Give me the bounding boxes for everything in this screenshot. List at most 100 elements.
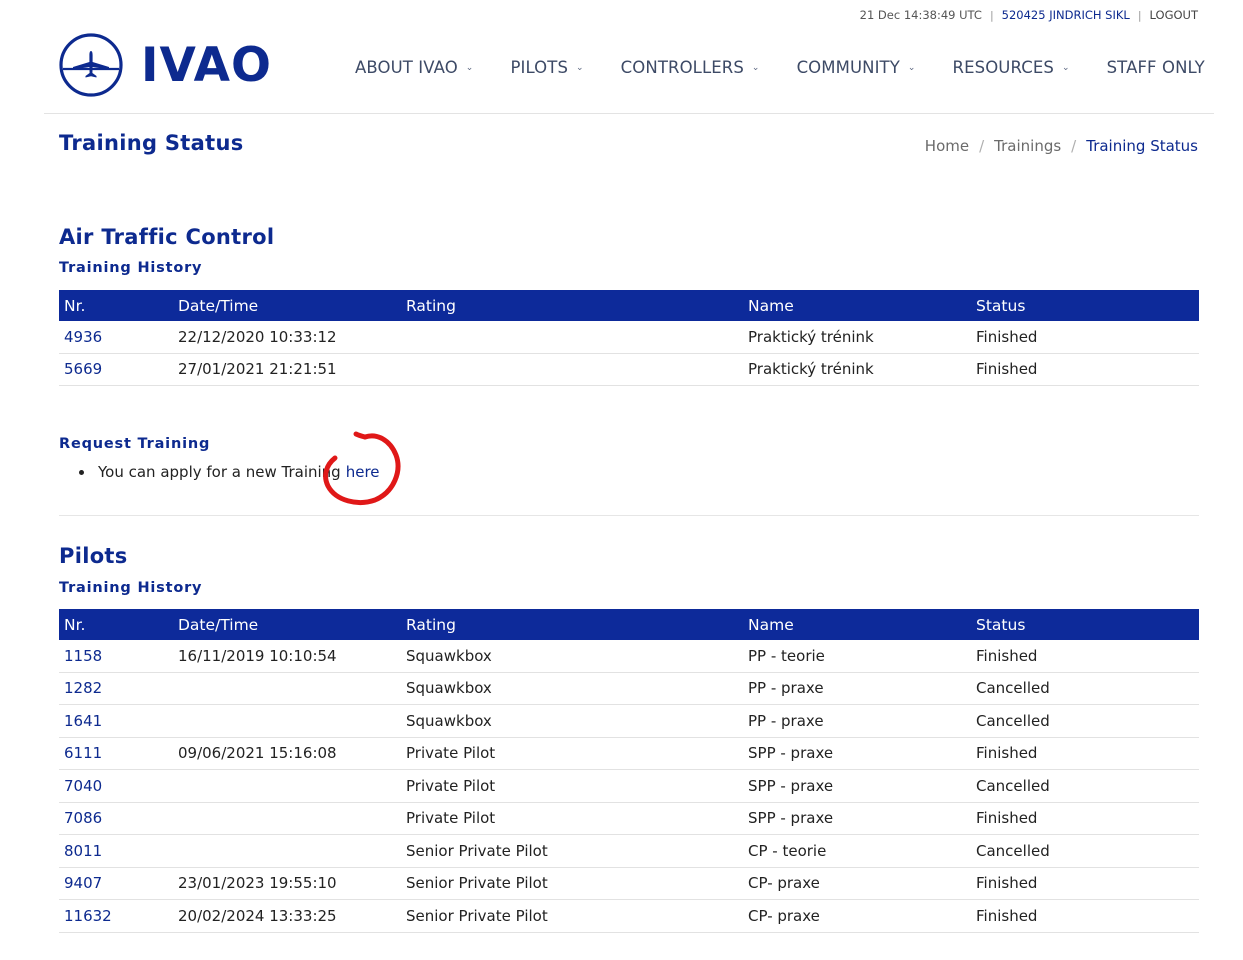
user-profile-link[interactable]: 520425 JINDRICH SIKL [1002,8,1130,22]
main-navigation: ABOUT IVAO ⌄ PILOTS ⌄ CONTROLLERS ⌄ COMM… [355,58,1205,77]
training-number-link[interactable]: 1641 [59,704,173,738]
cell-name: PP - praxe [743,704,971,738]
nav-resources[interactable]: RESOURCES ⌄ [953,58,1070,77]
top-bar: 21 Dec 14:38:49 UTC | 520425 JINDRICH SI… [860,8,1198,22]
cell-name: CP - teorie [743,834,971,868]
cell-status: Cancelled [971,704,1199,738]
nav-controllers[interactable]: CONTROLLERS ⌄ [621,58,760,77]
training-number-link[interactable]: 1158 [59,640,173,673]
cell-status: Finished [971,737,1199,770]
separator: | [989,8,994,22]
training-number-link[interactable]: 8011 [59,834,173,868]
cell-datetime: 23/01/2023 19:55:10 [173,867,401,900]
table-row: 4936 22/12/2020 10:33:12 Praktický trénink… [59,321,1199,354]
pilots-section-title: Pilots [59,544,128,568]
col-header-name: Name [743,290,971,321]
col-header-nr: Nr. [59,290,173,321]
request-training-link[interactable]: here [346,463,380,481]
nav-label: PILOTS [510,58,569,77]
request-text: You can apply for a new Training [98,463,341,481]
chevron-down-icon: ⌄ [1061,62,1070,73]
request-training-title: Request Training [59,436,211,452]
table-row: 11632 20/02/2024 13:33:25 Senior Private P… [59,899,1199,933]
cell-datetime [173,672,401,705]
cell-rating: Squawkbox [401,640,743,673]
nav-label: COMMUNITY [796,58,900,77]
nav-label: RESOURCES [952,58,1054,77]
atc-history-table: Nr. Date/Time Rating Name Status 4936 22/… [59,290,1199,386]
atc-rows: 4936 22/12/2020 10:33:12 Praktický trénink… [59,321,1199,386]
table-row: 9407 23/01/2023 19:55:10 Senior Private Pi… [59,867,1199,900]
training-number-link[interactable]: 5669 [59,353,173,386]
cell-rating: Squawkbox [401,704,743,738]
table-row: 7086 Private Pilot SPP - praxe Finished [59,802,1199,835]
cell-datetime [173,769,401,803]
col-header-status: Status [971,609,1199,640]
col-header-name: Name [743,609,971,640]
training-number-link[interactable]: 4936 [59,321,173,354]
cell-status: Finished [971,867,1199,900]
col-header-nr: Nr. [59,609,173,640]
airplane-logo-icon [59,33,123,97]
nav-about-ivao[interactable]: ABOUT IVAO ⌄ [355,58,473,77]
cell-name: CP- praxe [743,899,971,933]
table-row: 1641 Squawkbox PP - praxe Cancelled [59,704,1199,738]
cell-status: Finished [971,802,1199,835]
chevron-down-icon: ⌄ [907,62,916,73]
training-number-link[interactable]: 7086 [59,802,173,835]
nav-community[interactable]: COMMUNITY ⌄ [797,58,916,77]
table-row: 5669 27/01/2021 21:21:51 Praktický trénink… [59,353,1199,386]
cell-datetime [173,704,401,738]
chevron-down-icon: ⌄ [576,62,584,73]
table-header-row: Nr. Date/Time Rating Name Status [59,609,1199,640]
cell-datetime [173,834,401,868]
breadcrumb-separator: / [979,137,985,155]
cell-rating: Squawkbox [401,672,743,705]
col-header-datetime: Date/Time [173,609,401,640]
chevron-down-icon: ⌄ [465,62,474,73]
ivao-logo[interactable]: IVAO [59,33,272,97]
cell-datetime: 16/11/2019 10:10:54 [173,640,401,673]
col-header-rating: Rating [401,290,743,321]
cell-name: SPP - praxe [743,737,971,770]
logout-link[interactable]: LOGOUT [1150,8,1198,22]
cell-datetime: 20/02/2024 13:33:25 [173,899,401,933]
cell-rating: Private Pilot [401,802,743,835]
separator: | [1137,8,1142,22]
nav-label: ABOUT IVAO [355,58,458,77]
pilots-history-table: Nr. Date/Time Rating Name Status 1158 16/… [59,609,1199,933]
training-number-link[interactable]: 1282 [59,672,173,705]
training-number-link[interactable]: 6111 [59,737,173,770]
col-header-status: Status [971,290,1199,321]
cell-name: Praktický trénink [743,321,971,354]
cell-datetime: 22/12/2020 10:33:12 [173,321,401,354]
cell-name: CP- praxe [743,867,971,900]
cell-datetime [173,802,401,835]
nav-label: STAFF ONLY [1106,58,1205,77]
bullet-icon [79,469,84,475]
nav-label: CONTROLLERS [620,58,744,77]
breadcrumb-home[interactable]: Home [925,137,969,155]
training-number-link[interactable]: 9407 [59,867,173,900]
cell-name: SPP - praxe [743,769,971,803]
training-number-link[interactable]: 7040 [59,769,173,803]
cell-rating [401,353,743,386]
cell-status: Finished [971,899,1199,933]
cell-name: PP - praxe [743,672,971,705]
list-item: You can apply for a new Training here [79,463,380,481]
atc-section-title: Air Traffic Control [59,225,275,249]
breadcrumb-trainings[interactable]: Trainings [994,137,1061,155]
cell-rating: Senior Private Pilot [401,834,743,868]
nav-staff-only[interactable]: STAFF ONLY [1107,58,1205,77]
training-number-link[interactable]: 11632 [59,899,173,933]
nav-pilots[interactable]: PILOTS ⌄ [510,58,583,77]
table-row: 6111 09/06/2021 15:16:08 Private Pilot SPP … [59,737,1199,770]
cell-status: Finished [971,321,1199,354]
table-row: 1158 16/11/2019 10:10:54 Squawkbox PP - teo… [59,640,1199,673]
page-title: Training Status [59,131,244,155]
cell-status: Finished [971,353,1199,386]
cell-rating [401,321,743,354]
section-divider [59,515,1199,516]
cell-datetime: 27/01/2021 21:21:51 [173,353,401,386]
server-datetime: 21 Dec 14:38:49 UTC [859,8,982,22]
